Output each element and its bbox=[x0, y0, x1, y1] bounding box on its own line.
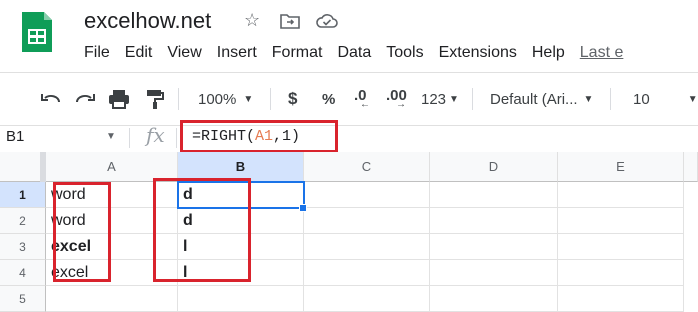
menu-bar: File Edit View Insert Format Data Tools … bbox=[84, 44, 623, 62]
menu-format[interactable]: Format bbox=[272, 44, 323, 62]
fill-handle[interactable] bbox=[299, 204, 307, 212]
row-header-2[interactable]: 2 bbox=[0, 208, 46, 234]
chevron-down-icon: ▼ bbox=[687, 93, 698, 105]
active-cell-selection bbox=[177, 181, 305, 209]
cloud-saved-icon[interactable] bbox=[315, 13, 339, 29]
formula-text: ,1) bbox=[273, 128, 301, 145]
redo-icon[interactable] bbox=[74, 90, 96, 108]
name-box[interactable]: B1 bbox=[6, 128, 24, 145]
name-box-dropdown-icon[interactable]: ▼ bbox=[106, 131, 116, 142]
menu-extensions[interactable]: Extensions bbox=[439, 44, 517, 62]
arrow-left-icon: ← bbox=[360, 99, 370, 110]
font-family-select[interactable]: Default (Ari... ▼ bbox=[490, 87, 593, 111]
move-to-folder-icon[interactable] bbox=[280, 13, 300, 29]
last-edit-link[interactable]: Last e bbox=[580, 44, 624, 62]
cell-a2[interactable]: word bbox=[46, 208, 178, 234]
star-icon[interactable]: ☆ bbox=[244, 10, 260, 31]
cell-e3[interactable] bbox=[558, 234, 684, 260]
chevron-down-icon: ▼ bbox=[449, 93, 459, 105]
cell-b2[interactable]: d bbox=[178, 208, 304, 234]
menu-file[interactable]: File bbox=[84, 44, 110, 62]
formula-cell-reference: A1 bbox=[255, 128, 274, 145]
formula-input[interactable]: =RIGHT(A1,1) bbox=[192, 128, 300, 145]
font-size-select[interactable]: 10 ▼ bbox=[633, 87, 698, 111]
percent-format-button[interactable]: % bbox=[322, 87, 335, 111]
row-header-4[interactable]: 4 bbox=[0, 260, 46, 286]
cell-b5[interactable] bbox=[178, 286, 304, 312]
column-header-f[interactable] bbox=[684, 152, 698, 182]
formula-divider bbox=[176, 128, 177, 148]
cell-e1[interactable] bbox=[558, 182, 684, 208]
menu-view[interactable]: View bbox=[167, 44, 201, 62]
formula-text: =RIGHT( bbox=[192, 128, 256, 145]
row-header-5[interactable]: 5 bbox=[0, 286, 46, 312]
google-sheets-logo[interactable] bbox=[20, 10, 54, 54]
arrow-right-icon: → bbox=[396, 99, 406, 110]
chevron-down-icon: ▼ bbox=[243, 93, 254, 105]
cell-a1[interactable]: word bbox=[46, 182, 178, 208]
row-header-3[interactable]: 3 bbox=[0, 234, 46, 260]
menu-data[interactable]: Data bbox=[337, 44, 371, 62]
chevron-down-icon: ▼ bbox=[583, 93, 594, 105]
font-family-value: Default (Ari... bbox=[490, 90, 578, 108]
zoom-select[interactable]: 100% ▼ bbox=[198, 87, 253, 111]
currency-format-button[interactable]: $ bbox=[288, 87, 297, 111]
cell-d1[interactable] bbox=[430, 182, 558, 208]
cell-d5[interactable] bbox=[430, 286, 558, 312]
menu-help[interactable]: Help bbox=[532, 44, 565, 62]
cell-c5[interactable] bbox=[304, 286, 430, 312]
menu-insert[interactable]: Insert bbox=[217, 44, 257, 62]
cell-c3[interactable] bbox=[304, 234, 430, 260]
cell-c1[interactable] bbox=[304, 182, 430, 208]
paint-format-icon[interactable] bbox=[145, 88, 165, 110]
column-header-d[interactable]: D bbox=[430, 152, 558, 182]
cell-d4[interactable] bbox=[430, 260, 558, 286]
print-icon[interactable] bbox=[108, 89, 130, 109]
toolbar-divider bbox=[610, 88, 611, 110]
cell-c4[interactable] bbox=[304, 260, 430, 286]
cell-b3[interactable]: l bbox=[178, 234, 304, 260]
menu-edit[interactable]: Edit bbox=[125, 44, 153, 62]
document-title[interactable]: excelhow.net bbox=[84, 8, 211, 34]
column-header-a[interactable]: A bbox=[46, 152, 178, 182]
column-header-e[interactable]: E bbox=[558, 152, 684, 182]
menu-tools[interactable]: Tools bbox=[386, 44, 423, 62]
cell-e4[interactable] bbox=[558, 260, 684, 286]
cell-e2[interactable] bbox=[558, 208, 684, 234]
toolbar-divider bbox=[472, 88, 473, 110]
header-divider bbox=[0, 72, 698, 73]
decrease-decimal-button[interactable]: .0 ← bbox=[354, 87, 370, 110]
column-header-b[interactable]: B bbox=[178, 152, 304, 182]
toolbar-divider bbox=[270, 88, 271, 110]
more-formats-label: 123 bbox=[421, 90, 447, 108]
row-header-1[interactable]: 1 bbox=[0, 182, 46, 208]
toolbar-divider bbox=[178, 88, 179, 110]
cell-c2[interactable] bbox=[304, 208, 430, 234]
cell-a3[interactable]: excel bbox=[46, 234, 178, 260]
formula-divider bbox=[129, 128, 130, 148]
more-formats-select[interactable]: 123 ▼ bbox=[421, 87, 459, 111]
cell-a5[interactable] bbox=[46, 286, 178, 312]
fx-icon: fx bbox=[146, 123, 165, 147]
cell-b4[interactable]: l bbox=[178, 260, 304, 286]
zoom-value: 100% bbox=[198, 90, 237, 108]
cell-d2[interactable] bbox=[430, 208, 558, 234]
formula-bar bbox=[0, 125, 698, 153]
cell-e5[interactable] bbox=[558, 286, 684, 312]
undo-icon[interactable] bbox=[40, 90, 62, 108]
column-header-c[interactable]: C bbox=[304, 152, 430, 182]
cell-d3[interactable] bbox=[430, 234, 558, 260]
font-size-value: 10 bbox=[633, 90, 650, 108]
cell-a4[interactable]: excel bbox=[46, 260, 178, 286]
increase-decimal-button[interactable]: .00 → bbox=[386, 87, 407, 110]
